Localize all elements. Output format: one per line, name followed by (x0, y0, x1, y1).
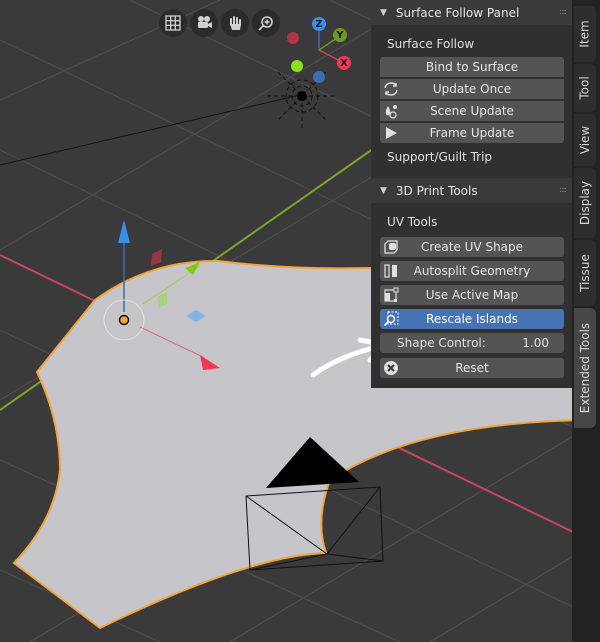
button-label: Frame Update (429, 126, 515, 140)
split-icon (384, 264, 397, 278)
button-label: Scene Update (430, 104, 514, 118)
toggle-ortho-button[interactable] (159, 9, 187, 37)
button-label: Bind to Surface (425, 60, 519, 74)
pan-view-button[interactable] (221, 9, 249, 37)
x-axis-label: X (340, 57, 348, 69)
x-circle-icon (384, 361, 398, 375)
camera-icon (198, 16, 212, 28)
drag-grip-icon[interactable]: :::: (559, 7, 567, 16)
sun-light-center[interactable] (297, 91, 307, 101)
button-label: Rescale Islands (426, 312, 518, 326)
z-axis-ball[interactable]: Z (312, 17, 326, 31)
object-origin[interactable] (118, 314, 130, 326)
use-active-map-button[interactable]: Use Active Map (380, 285, 564, 305)
button-label: Use Active Map (425, 288, 519, 302)
camera-view-button[interactable] (190, 9, 218, 37)
tab-extended-tools[interactable]: Extended Tools (574, 308, 596, 428)
tab-label: Extended Tools (578, 322, 592, 414)
shape-control-field[interactable]: Shape Control: 1.00 (380, 333, 564, 353)
tab-label: Display (578, 180, 593, 226)
tab-tool[interactable]: Tool (574, 64, 596, 112)
button-label: Autosplit Geometry (413, 264, 531, 278)
rescale-icon (383, 311, 399, 327)
sidebar-tab-bar: Item Tool View Display Tissue Extended T… (572, 0, 600, 642)
button-label: Create UV Shape (420, 240, 524, 254)
drag-grip-icon[interactable]: :::: (559, 185, 567, 194)
negative-y-ball[interactable] (291, 60, 303, 72)
uv-tools-label: UV Tools (387, 215, 438, 229)
reset-button[interactable]: Reset (380, 358, 564, 378)
bind-to-surface-button[interactable]: Bind to Surface (380, 57, 564, 77)
y-axis-ball[interactable]: Y (333, 28, 347, 42)
update-once-button[interactable]: Update Once (380, 79, 564, 99)
y-axis-label: Y (336, 29, 344, 41)
panel-title: Surface Follow Panel (395, 5, 520, 20)
tab-label: Tool (578, 76, 592, 100)
create-uv-shape-button[interactable]: Create UV Shape (380, 237, 564, 257)
z-axis-label: Z (315, 18, 323, 30)
surface-follow-panel-header[interactable]: ▼ Surface Follow Panel :::: (371, 0, 572, 25)
panel-title: 3D Print Tools (395, 183, 478, 198)
sidebar-panel: ▼ Surface Follow Panel :::: Surface Foll… (371, 0, 572, 388)
tab-item[interactable]: Item (574, 6, 596, 62)
3d-print-tools-panel-header[interactable]: ▼ 3D Print Tools :::: (371, 178, 572, 203)
button-label: Update Once (432, 82, 512, 96)
surface-follow-label: Surface Follow (387, 37, 475, 51)
button-label: Reset (455, 361, 489, 375)
grid-icon (165, 15, 181, 31)
play-icon (386, 127, 397, 139)
shape-control-value: 1.00 (522, 336, 549, 350)
frame-update-button[interactable]: Frame Update (380, 123, 564, 143)
collapse-triangle-icon: ▼ (380, 185, 387, 196)
hand-icon (230, 16, 241, 30)
negative-z-ball[interactable] (313, 71, 325, 83)
autosplit-geometry-button[interactable]: Autosplit Geometry (380, 261, 564, 281)
tab-view[interactable]: View (574, 114, 596, 166)
negative-x-ball[interactable] (287, 32, 299, 44)
tab-tissue[interactable]: Tissue (574, 240, 596, 306)
uv-map-icon (384, 287, 399, 302)
zoom-view-button[interactable] (252, 9, 280, 37)
scene-update-button[interactable]: Scene Update (380, 101, 564, 121)
tab-label: View (578, 125, 593, 155)
support-guilt-trip-label: Support/Guilt Trip (387, 150, 493, 164)
zoom-in-icon (258, 16, 273, 31)
refresh-icon (384, 82, 398, 96)
shape-control-label: Shape Control: (397, 336, 486, 350)
physics-icon (385, 105, 397, 119)
tab-display[interactable]: Display (574, 168, 596, 238)
rescale-islands-button[interactable]: Rescale Islands (380, 309, 564, 329)
tab-label: Tissue (578, 254, 593, 292)
uv-shape-icon (384, 240, 398, 254)
collapse-triangle-icon: ▼ (380, 7, 387, 18)
x-axis-ball[interactable]: X (337, 56, 351, 70)
tab-label: Item (578, 20, 593, 48)
